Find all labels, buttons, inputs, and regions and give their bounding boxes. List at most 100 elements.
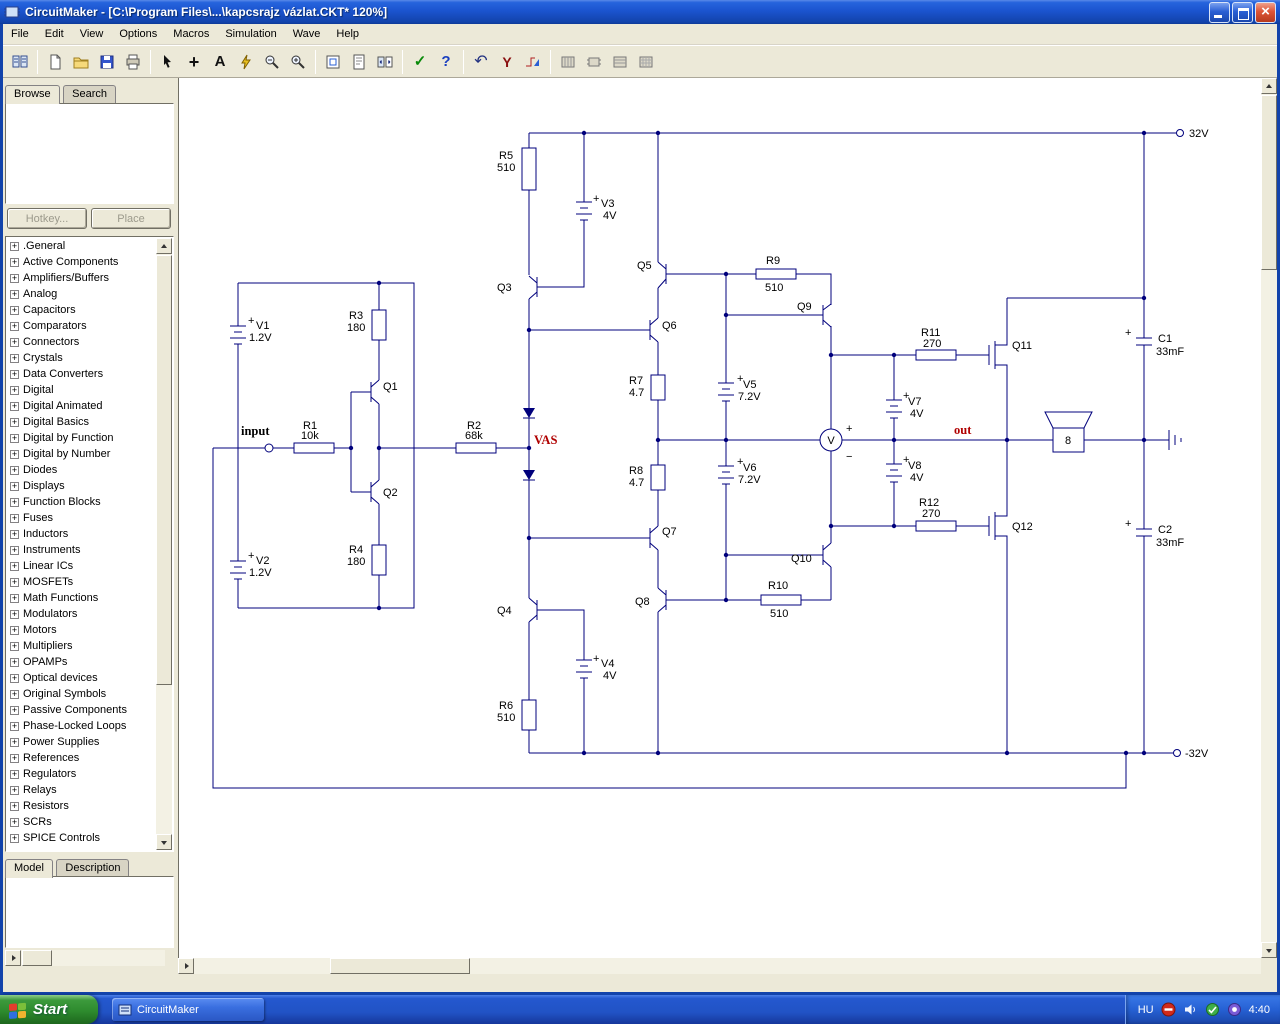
expand-plus-icon[interactable] xyxy=(10,785,19,795)
tree-item[interactable]: Inductors xyxy=(7,526,156,542)
tree-item[interactable]: Digital by Number xyxy=(7,446,156,462)
expand-plus-icon[interactable] xyxy=(10,737,19,747)
split-view-button[interactable] xyxy=(372,48,398,75)
expand-plus-icon[interactable] xyxy=(10,369,19,379)
tree-item[interactable]: Regulators xyxy=(7,766,156,782)
resistor-R8[interactable]: R84.7 xyxy=(629,464,666,491)
new-file-button[interactable] xyxy=(42,48,68,75)
wire-tool-button[interactable]: + xyxy=(181,48,207,75)
transistor-Q8[interactable]: Q8 xyxy=(635,587,667,613)
tree-item[interactable]: Comparators xyxy=(7,318,156,334)
transistor-Q7[interactable]: Q7 xyxy=(649,525,677,551)
tree-item[interactable]: Connectors xyxy=(7,334,156,350)
battery-V5[interactable]: + V57.2V xyxy=(718,373,761,403)
menu-item[interactable]: Help xyxy=(328,25,367,43)
resistor-R9[interactable]: R9 510 xyxy=(755,255,797,294)
expand-plus-icon[interactable] xyxy=(10,257,19,267)
power-terminal-positive[interactable]: 32V xyxy=(1176,128,1210,140)
resistor-R4[interactable]: R4180 xyxy=(347,544,387,576)
resistor-R2[interactable]: R268k xyxy=(455,420,497,454)
delete-tool-button[interactable] xyxy=(233,48,259,75)
tree-item[interactable]: Analog xyxy=(7,286,156,302)
battery-V1[interactable]: + V11.2V xyxy=(230,315,272,345)
tree-item[interactable]: Active Components xyxy=(7,254,156,270)
battery-V7[interactable]: +V74V xyxy=(886,390,924,420)
battery-V8[interactable]: +V84V xyxy=(886,454,924,484)
expand-plus-icon[interactable] xyxy=(10,801,19,811)
resistor-R11[interactable]: R11270 xyxy=(915,327,957,361)
resistor-R3[interactable]: R3180 xyxy=(347,309,387,341)
tree-item[interactable]: Digital xyxy=(7,382,156,398)
menu-item[interactable]: View xyxy=(72,25,112,43)
tab-description[interactable]: Description xyxy=(56,859,130,877)
save-button[interactable] xyxy=(94,48,120,75)
probe-tool-button[interactable]: Y xyxy=(494,48,520,75)
tab-browse[interactable]: Browse xyxy=(5,85,60,104)
tree-item[interactable]: Passive Components xyxy=(7,702,156,718)
expand-plus-icon[interactable] xyxy=(10,577,19,587)
menu-item[interactable]: Edit xyxy=(37,25,72,43)
schematic-canvas[interactable]: 32V -32V input out VAS R1 10k R2 68k R3 180… xyxy=(178,78,1261,958)
expand-plus-icon[interactable] xyxy=(10,513,19,523)
print-button[interactable] xyxy=(120,48,146,75)
expand-plus-icon[interactable] xyxy=(10,817,19,827)
tree-scrollbar[interactable] xyxy=(156,238,172,850)
expand-plus-icon[interactable] xyxy=(10,673,19,683)
expand-plus-icon[interactable] xyxy=(10,657,19,667)
diode-D2[interactable] xyxy=(523,470,535,481)
expand-plus-icon[interactable] xyxy=(10,401,19,411)
expand-plus-icon[interactable] xyxy=(10,321,19,331)
tree-item[interactable]: Motors xyxy=(7,622,156,638)
tree-item[interactable]: Digital Animated xyxy=(7,398,156,414)
volume-icon[interactable] xyxy=(1183,1002,1198,1017)
tree-item[interactable]: SCRs xyxy=(7,814,156,830)
expand-plus-icon[interactable] xyxy=(10,529,19,539)
capacitor-C2[interactable]: + C233mF xyxy=(1125,518,1184,549)
expand-plus-icon[interactable] xyxy=(10,481,19,491)
sidebar-hscrollbar[interactable] xyxy=(5,950,165,966)
tab-search[interactable]: Search xyxy=(63,85,116,103)
tree-item[interactable]: Capacitors xyxy=(7,302,156,318)
tree-item[interactable]: Optical devices xyxy=(7,670,156,686)
tree-item[interactable]: Instruments xyxy=(7,542,156,558)
tree-item[interactable]: Diodes xyxy=(7,462,156,478)
expand-plus-icon[interactable] xyxy=(10,625,19,635)
expand-plus-icon[interactable] xyxy=(10,689,19,699)
tree-item[interactable]: Power Supplies xyxy=(7,734,156,750)
tree-item[interactable]: Phase-Locked Loops xyxy=(7,718,156,734)
battery-V3[interactable]: + V34V xyxy=(576,193,617,222)
scroll-right-button[interactable] xyxy=(5,950,21,966)
schematic-drawing[interactable]: 32V -32V input out VAS R110k R268k R3180… xyxy=(179,78,1262,958)
tree-item[interactable]: Digital Basics xyxy=(7,414,156,430)
help-button[interactable]: ? xyxy=(433,48,459,75)
resistor-R6[interactable]: R6510 xyxy=(497,699,537,731)
transistor-Q3[interactable]: Q3 xyxy=(497,275,538,300)
tree-item[interactable]: Amplifiers/Buffers xyxy=(7,270,156,286)
menu-item[interactable]: Wave xyxy=(285,25,329,43)
zoom-out-button[interactable] xyxy=(259,48,285,75)
close-button[interactable] xyxy=(1255,1,1276,23)
expand-plus-icon[interactable] xyxy=(10,609,19,619)
canvas-scroll-down-button[interactable] xyxy=(1261,942,1277,958)
expand-plus-icon[interactable] xyxy=(10,593,19,603)
scroll-down-button[interactable] xyxy=(156,834,172,850)
fit-to-window-button[interactable] xyxy=(320,48,346,75)
menu-item[interactable]: Macros xyxy=(165,25,217,43)
tree-item[interactable]: Multipliers xyxy=(7,638,156,654)
tree-item[interactable]: SPICE Controls xyxy=(7,830,156,846)
mini-scroll-thumb[interactable] xyxy=(22,950,52,966)
expand-plus-icon[interactable] xyxy=(10,433,19,443)
select-tool-button[interactable] xyxy=(155,48,181,75)
open-file-button[interactable] xyxy=(68,48,94,75)
place-button[interactable]: Place xyxy=(91,208,171,229)
tree-item[interactable]: .General xyxy=(7,238,156,254)
resistor-R7[interactable]: R74.7 xyxy=(629,374,666,401)
expand-plus-icon[interactable] xyxy=(10,353,19,363)
tree-item[interactable]: Displays xyxy=(7,478,156,494)
tree-item[interactable]: Data Converters xyxy=(7,366,156,382)
transistor-Q10[interactable]: Q10 xyxy=(791,542,832,568)
zoom-in-button[interactable] xyxy=(285,48,311,75)
canvas-vscroll-thumb[interactable] xyxy=(1261,95,1277,270)
resistor-R1[interactable]: R110k xyxy=(293,420,335,454)
canvas-scroll-right-button[interactable] xyxy=(178,958,194,974)
